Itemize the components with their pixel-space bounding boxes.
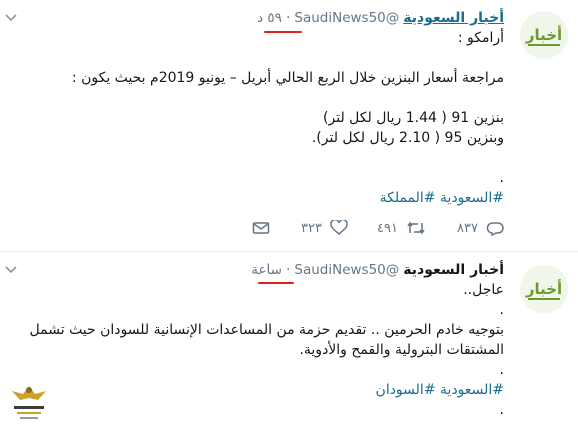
author-name[interactable]: أخبار السعودية [403, 10, 504, 26]
hashtag-link[interactable]: #السعودية [440, 382, 504, 398]
tweet-2[interactable]: أخبار أخبار السعودية @SaudiNews50 · ساعة… [0, 251, 578, 425]
text-line: مراجعة أسعار البنزين خلال الربع الحالي أ… [71, 70, 504, 86]
chevron-down-icon[interactable] [4, 262, 18, 276]
hashtag-link[interactable]: #المملكة [380, 190, 436, 206]
chevron-down-icon[interactable] [4, 10, 18, 24]
like-count: ٣٢٣ [301, 220, 322, 236]
retweet-icon [407, 221, 425, 235]
text-line: . [499, 170, 504, 186]
text-line: بنزين 91 ( 1.44 ريال لكل لتر) [323, 110, 504, 126]
author-handle[interactable]: @SaudiNews50 [294, 10, 399, 26]
text-line: . [499, 402, 504, 418]
text-line: المشتقات البترولية والقمح والأدوية. [299, 342, 504, 358]
svg-text:أخبار: أخبار [525, 25, 562, 44]
retweet-button[interactable]: ٤٩١ [348, 220, 426, 236]
news-logo-icon: أخبار [525, 279, 562, 300]
tweet-header: أخبار السعودية @SaudiNews50 · ٥٩ د [12, 8, 504, 28]
tweet-1[interactable]: أخبار أخبار السعودية @SaudiNews50 · ٥٩ د… [0, 0, 578, 251]
tweet-text: عاجل.. . بتوجيه خادم الحرمين .. تقديم حز… [12, 280, 504, 420]
text-line: بتوجيه خادم الحرمين .. تقديم حزمة من الم… [29, 322, 504, 338]
reply-icon [486, 222, 504, 236]
reply-count: ٨٣٧ [457, 220, 478, 236]
separator-dot: · [285, 10, 291, 26]
like-button[interactable]: ٣٢٣ [270, 220, 348, 236]
eagle-watermark-icon [12, 386, 46, 419]
heart-icon [330, 220, 348, 235]
hashtags: #السعودية #المملكة [12, 188, 504, 208]
news-logo-icon: أخبار [525, 25, 562, 46]
text-line: وبنزين 95 ( 2.10 ريال لكل لتر). [311, 130, 504, 146]
avatar[interactable]: أخبار [520, 265, 568, 313]
reply-button[interactable]: ٨٣٧ [426, 220, 504, 236]
text-line [12, 88, 504, 108]
tweet-header: أخبار السعودية @SaudiNews50 · ساعة [12, 260, 504, 280]
author-name[interactable]: أخبار السعودية [403, 262, 504, 278]
direct-message-button[interactable] [192, 220, 270, 236]
text-line: أرامكو : [457, 30, 504, 46]
tweet-text: أرامكو : مراجعة أسعار البنزين خلال الربع… [12, 28, 504, 208]
timestamp[interactable]: ساعة [251, 262, 282, 278]
text-line: . [499, 362, 504, 378]
svg-text:أخبار: أخبار [525, 279, 562, 298]
highlight-underline [264, 31, 302, 33]
separator-dot: · [285, 262, 291, 278]
hashtag-link[interactable]: #السعودية [440, 190, 504, 206]
timestamp[interactable]: ٥٩ د [257, 10, 282, 26]
tweet-actions: ٨٣٧ ٤٩١ ٣٢٣ [192, 220, 504, 236]
author-handle[interactable]: @SaudiNews50 [294, 262, 399, 278]
envelope-icon [252, 222, 270, 234]
hashtag-link[interactable]: #السودان [376, 382, 436, 398]
highlight-underline [258, 282, 294, 284]
text-line: . [499, 302, 504, 318]
retweet-count: ٤٩١ [377, 220, 398, 236]
text-line [12, 48, 504, 68]
avatar[interactable]: أخبار [520, 11, 568, 59]
hashtags: #السعودية #السودان [12, 380, 504, 400]
text-line [12, 148, 504, 168]
